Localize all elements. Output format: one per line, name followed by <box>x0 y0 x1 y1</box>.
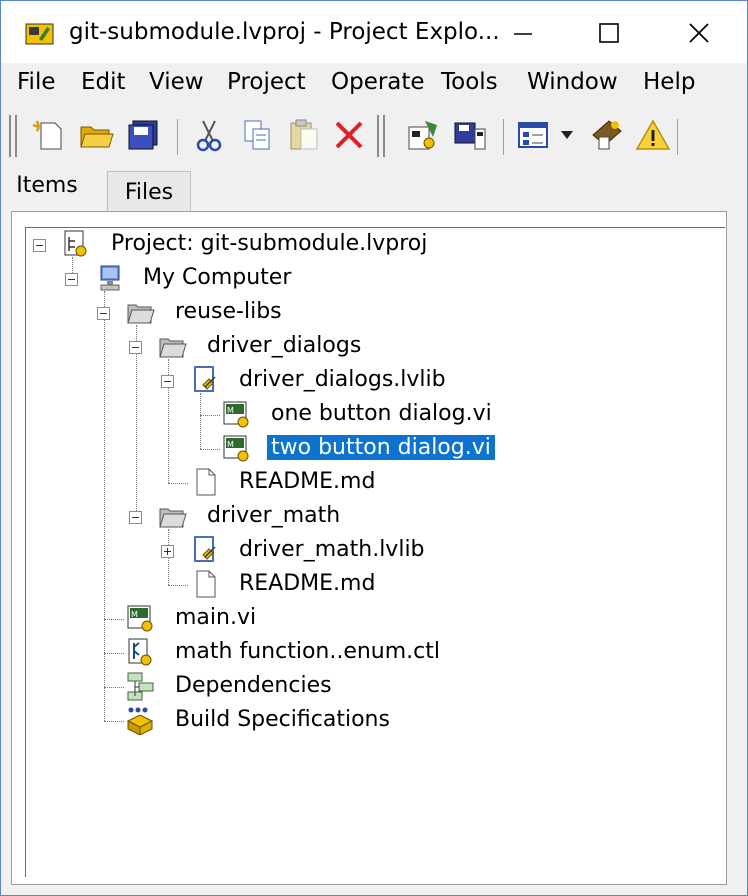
copy-icon[interactable] <box>237 115 277 155</box>
project-icon <box>64 230 87 257</box>
folder-icon <box>159 338 187 358</box>
title-bar[interactable]: git-submodule.lvproj - Project Explo... <box>1 1 747 63</box>
chevron-down-icon[interactable] <box>557 115 577 155</box>
tree-item-one-button-dialog[interactable]: one button dialog.vi <box>271 401 492 426</box>
tree-item-dependencies[interactable]: Dependencies <box>175 673 332 698</box>
close-button[interactable] <box>671 9 727 57</box>
control-icon <box>128 638 152 666</box>
labview-app-icon <box>25 23 54 45</box>
expander-project[interactable] <box>33 239 46 252</box>
project-explorer-window: git-submodule.lvproj - Project Explo... … <box>0 0 748 896</box>
menu-bar: File Edit View Project Operate Tools Win… <box>1 63 747 105</box>
menu-file[interactable]: File <box>17 69 56 95</box>
tree-item-two-button-dialog[interactable]: two button dialog.vi <box>267 435 495 460</box>
expander-driver-dialogs-lib[interactable] <box>161 375 174 388</box>
menu-operate[interactable]: Operate <box>331 69 425 95</box>
dependencies-icon <box>127 672 154 701</box>
tree-item-driver-dialogs[interactable]: driver_dialogs <box>207 333 361 358</box>
tree-item-main-vi[interactable]: main.vi <box>175 605 256 630</box>
svg-text:M: M <box>227 406 234 415</box>
tree-item-driver-math-lib[interactable]: driver_math.lvlib <box>239 537 425 562</box>
toolbar-grip[interactable] <box>9 115 17 157</box>
toolbar <box>1 107 747 163</box>
folder-icon <box>127 304 155 324</box>
library-icon <box>194 536 216 562</box>
tab-files[interactable]: Files <box>107 171 191 211</box>
svg-text:M: M <box>227 440 234 449</box>
deploy-icon[interactable] <box>451 115 491 155</box>
warning-icon[interactable] <box>633 115 673 155</box>
view-options-icon[interactable] <box>515 115 555 155</box>
cut-icon[interactable] <box>189 115 229 155</box>
tree-item-build-specifications[interactable]: Build Specifications <box>175 707 390 732</box>
tree-item-project[interactable]: Project: git-submodule.lvproj <box>111 231 427 256</box>
vi-icon: M <box>223 435 249 462</box>
build-icon[interactable] <box>403 115 443 155</box>
expander-reuse-libs[interactable] <box>97 307 110 320</box>
expander-driver-math-lib[interactable] <box>161 545 174 558</box>
minimize-button[interactable] <box>495 9 551 57</box>
menu-view[interactable]: View <box>149 69 204 95</box>
tree-item-my-computer[interactable]: My Computer <box>143 265 291 290</box>
show-hide-icon[interactable] <box>587 115 627 155</box>
maximize-button[interactable] <box>581 9 637 57</box>
vi-icon: M <box>223 401 249 428</box>
window-title: git-submodule.lvproj - Project Explo... <box>69 19 500 45</box>
open-icon[interactable] <box>77 115 117 155</box>
tree-item-readme-1[interactable]: README.md <box>239 469 375 494</box>
tree-item-readme-2[interactable]: README.md <box>239 571 375 596</box>
menu-project[interactable]: Project <box>227 69 306 95</box>
expander-driver-dialogs[interactable] <box>129 341 142 354</box>
toolbar-grip-2[interactable] <box>377 115 385 157</box>
new-icon[interactable] <box>29 115 69 155</box>
close-icon <box>689 23 709 43</box>
menu-edit[interactable]: Edit <box>81 69 126 95</box>
folder-icon <box>159 508 187 528</box>
file-icon <box>196 570 216 598</box>
menu-window[interactable]: Window <box>527 69 618 95</box>
expander-my-computer[interactable] <box>65 273 78 286</box>
menu-help[interactable]: Help <box>643 69 695 95</box>
tree-item-driver-dialogs-lib[interactable]: driver_dialogs.lvlib <box>239 367 446 392</box>
save-all-icon[interactable] <box>125 115 165 155</box>
computer-icon <box>100 265 120 291</box>
file-icon <box>196 468 216 496</box>
library-icon <box>194 366 216 392</box>
menu-tools[interactable]: Tools <box>441 69 498 95</box>
paste-icon[interactable] <box>285 115 325 155</box>
tree-item-math-enum[interactable]: math function..enum.ctl <box>175 639 440 664</box>
maximize-icon <box>599 23 619 43</box>
minimize-icon <box>514 33 532 35</box>
tree-item-reuse-libs[interactable]: reuse-libs <box>175 299 282 324</box>
tree-item-driver-math[interactable]: driver_math <box>207 503 340 528</box>
build-specifications-icon <box>126 707 154 735</box>
tab-items[interactable]: Items <box>9 165 105 209</box>
delete-icon[interactable] <box>329 115 369 155</box>
vi-icon: M <box>127 605 153 632</box>
expander-driver-math[interactable] <box>129 511 142 524</box>
svg-text:M: M <box>131 610 138 619</box>
